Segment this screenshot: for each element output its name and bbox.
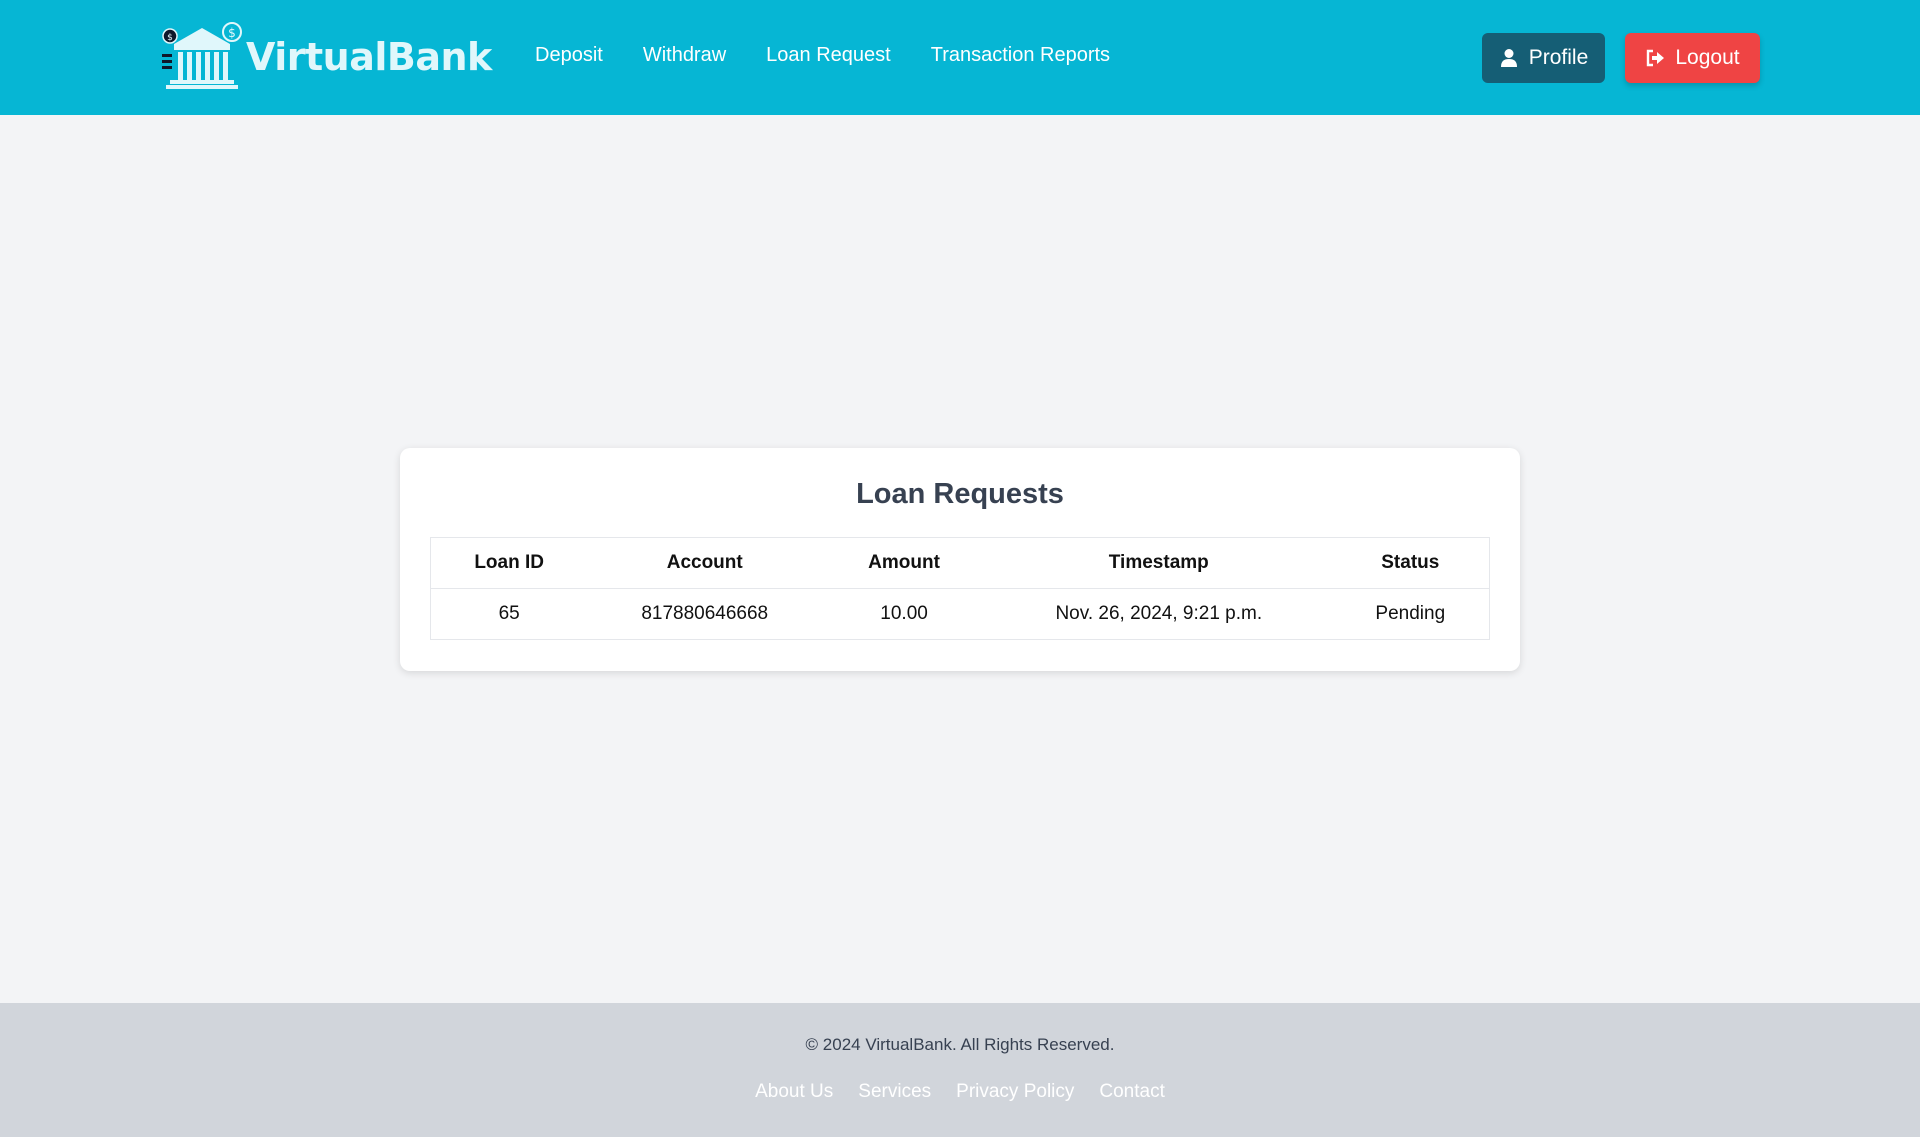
column-header-account: Account [587, 537, 823, 589]
column-header-loan-id: Loan ID [430, 537, 588, 589]
footer-link-services[interactable]: Services [858, 1081, 931, 1103]
column-header-status: Status [1331, 537, 1490, 589]
nav-loan-request[interactable]: Loan Request [766, 44, 891, 67]
profile-label: Profile [1528, 46, 1589, 69]
copyright-text: © 2024 VirtualBank. All Rights Reserved. [805, 1035, 1115, 1054]
footer-links: About Us Services Privacy Policy Contact [0, 1081, 1920, 1103]
footer-link-privacy-policy[interactable]: Privacy Policy [956, 1081, 1074, 1103]
nav-transaction-reports[interactable]: Transaction Reports [931, 44, 1110, 67]
footer-link-contact[interactable]: Contact [1099, 1081, 1164, 1103]
sign-out-icon [1647, 49, 1665, 67]
brand-logo[interactable]: $ $ VirtualBank [160, 22, 492, 92]
cell-timestamp: Nov. 26, 2024, 9:21 p.m. [985, 588, 1332, 640]
loan-requests-table: Loan ID Account Amount Timestamp Status … [430, 537, 1490, 640]
page-title: Loan Requests [856, 478, 1064, 510]
column-header-amount: Amount [822, 537, 986, 589]
svg-text:$: $ [228, 26, 236, 40]
main-nav: Deposit Withdraw Loan Request Transactio… [535, 44, 1150, 67]
logout-label: Logout [1675, 46, 1740, 69]
user-icon [1500, 49, 1517, 67]
svg-text:$: $ [167, 33, 173, 43]
table-row: 65 817880646668 10.00 Nov. 26, 2024, 9:2… [430, 588, 1490, 640]
top-navbar: $ $ VirtualBank Deposit Withdraw Loan Re… [0, 0, 1920, 115]
cell-status: Pending [1331, 588, 1490, 640]
loan-requests-card: Loan Requests Loan ID Account Amount Tim… [400, 448, 1520, 671]
nav-withdraw[interactable]: Withdraw [643, 44, 726, 67]
cell-amount: 10.00 [822, 588, 986, 640]
cell-loan-id: 65 [430, 588, 588, 640]
profile-button[interactable]: Profile [1482, 33, 1605, 83]
logout-button[interactable]: Logout [1625, 33, 1760, 83]
footer-link-about-us[interactable]: About Us [755, 1081, 833, 1103]
bank-building-icon: $ $ [162, 22, 242, 89]
brand-name: VirtualBank [246, 35, 492, 79]
column-header-timestamp: Timestamp [985, 537, 1332, 589]
page-footer: © 2024 VirtualBank. All Rights Reserved.… [0, 1003, 1920, 1137]
table-header-row: Loan ID Account Amount Timestamp Status [430, 537, 1490, 589]
nav-deposit[interactable]: Deposit [535, 44, 603, 67]
cell-account: 817880646668 [587, 588, 823, 640]
